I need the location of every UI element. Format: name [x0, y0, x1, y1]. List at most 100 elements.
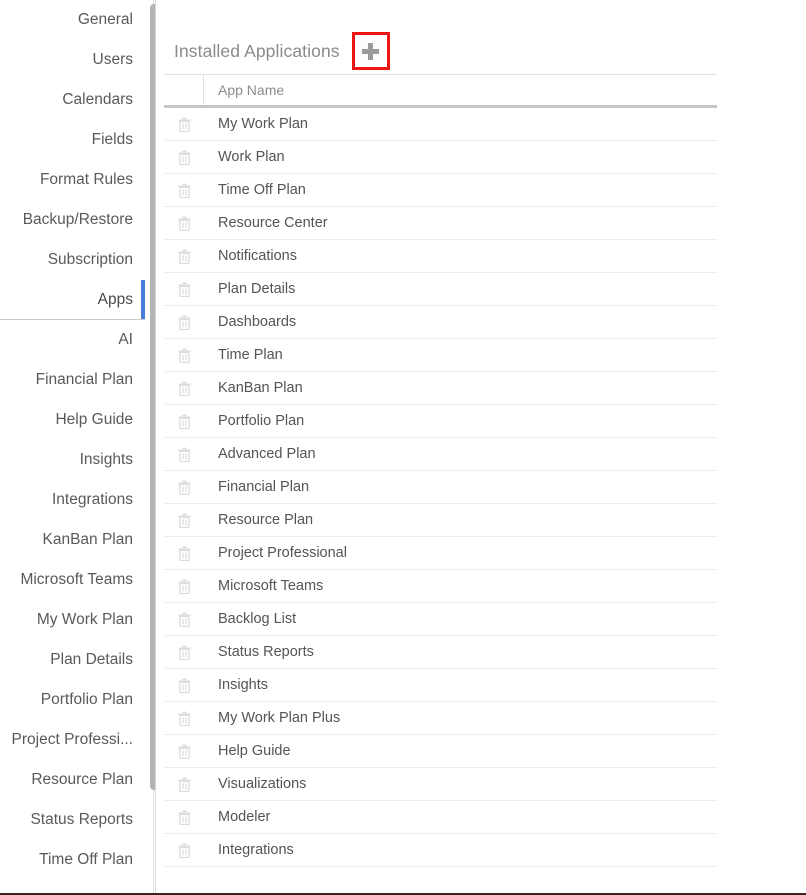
sidebar-nav-list: General Users Calendars Fields Format Rules B… [0, 0, 145, 880]
delete-app-button[interactable] [164, 843, 204, 858]
delete-app-button[interactable] [164, 447, 204, 462]
table-row[interactable]: Plan Details [164, 273, 717, 306]
table-row[interactable]: Insights [164, 669, 717, 702]
delete-app-button[interactable] [164, 183, 204, 198]
table-row[interactable]: Resource Plan [164, 504, 717, 537]
trash-icon [178, 480, 191, 495]
delete-app-button[interactable] [164, 216, 204, 231]
sidebar-item-fields[interactable]: Fields [0, 120, 145, 160]
table-row[interactable]: Notifications [164, 240, 717, 273]
table-row[interactable]: Visualizations [164, 768, 717, 801]
trash-icon [178, 117, 191, 132]
app-name-cell: Resource Center [218, 215, 328, 231]
delete-app-button[interactable] [164, 282, 204, 297]
table-row[interactable]: Microsoft Teams [164, 570, 717, 603]
delete-app-button[interactable] [164, 546, 204, 561]
sidebar-item-label: Integrations [52, 491, 133, 508]
sidebar-item-apps[interactable]: Apps [0, 280, 145, 320]
delete-app-button[interactable] [164, 777, 204, 792]
sidebar-item-general[interactable]: General [0, 0, 145, 40]
app-name-cell: Microsoft Teams [218, 578, 324, 594]
delete-app-button[interactable] [164, 381, 204, 396]
app-name-cell: Portfolio Plan [218, 413, 305, 429]
sidebar-item-subscription[interactable]: Subscription [0, 240, 145, 280]
sidebar-item-integrations[interactable]: Integrations [0, 480, 145, 520]
delete-app-button[interactable] [164, 414, 204, 429]
sidebar-item-label: Microsoft Teams [20, 571, 133, 588]
app-name-cell: Plan Details [218, 281, 296, 297]
table-row[interactable]: Time Off Plan [164, 174, 717, 207]
trash-icon [178, 513, 191, 528]
sidebar-item-resource-plan[interactable]: Resource Plan [0, 760, 145, 800]
table-row[interactable]: Dashboards [164, 306, 717, 339]
table-row[interactable]: KanBan Plan [164, 372, 717, 405]
sidebar-item-status-reports[interactable]: Status Reports [0, 800, 145, 840]
sidebar-item-label: AI [118, 331, 133, 348]
sidebar-item-plan-details[interactable]: Plan Details [0, 640, 145, 680]
delete-app-button[interactable] [164, 480, 204, 495]
app-name-cell: Notifications [218, 248, 297, 264]
delete-app-button[interactable] [164, 249, 204, 264]
app-name-cell: Project Professional [218, 545, 347, 561]
table-row[interactable]: Resource Center [164, 207, 717, 240]
sidebar-item-label: General [77, 11, 133, 28]
delete-app-button[interactable] [164, 645, 204, 660]
sidebar-item-format-rules[interactable]: Format Rules [0, 160, 145, 200]
delete-app-button[interactable] [164, 744, 204, 759]
table-row[interactable]: My Work Plan Plus [164, 702, 717, 735]
table-row[interactable]: Project Professional [164, 537, 717, 570]
trash-icon [178, 447, 191, 462]
table-row[interactable]: Portfolio Plan [164, 405, 717, 438]
sidebar-item-backup-restore[interactable]: Backup/Restore [0, 200, 145, 240]
table-row[interactable]: Financial Plan [164, 471, 717, 504]
delete-app-button[interactable] [164, 315, 204, 330]
table-row[interactable]: My Work Plan [164, 108, 717, 141]
table-row[interactable]: Modeler [164, 801, 717, 834]
delete-app-button[interactable] [164, 348, 204, 363]
table-row[interactable]: Advanced Plan [164, 438, 717, 471]
delete-app-button[interactable] [164, 150, 204, 165]
app-name-cell: Insights [218, 677, 268, 693]
table-row[interactable]: Time Plan [164, 339, 717, 372]
table-row[interactable]: Status Reports [164, 636, 717, 669]
app-name-cell: Financial Plan [218, 479, 310, 495]
sidebar-item-label: Subscription [47, 251, 133, 268]
delete-app-button[interactable] [164, 117, 204, 132]
delete-app-button[interactable] [164, 678, 204, 693]
table-row[interactable]: Help Guide [164, 735, 717, 768]
app-name-cell: Advanced Plan [218, 446, 316, 462]
trash-icon [178, 348, 191, 363]
sidebar-item-financial-plan[interactable]: Financial Plan [0, 360, 145, 400]
delete-app-button[interactable] [164, 612, 204, 627]
trash-icon [178, 645, 191, 660]
sidebar-item-project-professi[interactable]: Project Professi... [0, 720, 145, 760]
sidebar-item-label: KanBan Plan [42, 531, 134, 548]
trash-icon [178, 744, 191, 759]
sidebar-item-users[interactable]: Users [0, 40, 145, 80]
sidebar-item-microsoft-teams[interactable]: Microsoft Teams [0, 560, 145, 600]
delete-app-button[interactable] [164, 513, 204, 528]
sidebar-item-label: Time Off Plan [39, 851, 133, 868]
sidebar-item-my-work-plan[interactable]: My Work Plan [0, 600, 145, 640]
sidebar-item-label: My Work Plan [36, 611, 133, 628]
table-row[interactable]: Integrations [164, 834, 717, 867]
sidebar-item-portfolio-plan[interactable]: Portfolio Plan [0, 680, 145, 720]
sidebar-item-time-off-plan[interactable]: Time Off Plan [0, 840, 145, 880]
sidebar-item-ai[interactable]: AI [0, 320, 145, 360]
app-name-cell: Backlog List [218, 611, 297, 627]
apps-content-pane: Installed Applications App Name My Work … [156, 0, 806, 893]
sidebar-item-label: Resource Plan [31, 771, 133, 788]
table-row[interactable]: Work Plan [164, 141, 717, 174]
trash-icon [178, 711, 191, 726]
table-row[interactable]: Backlog List [164, 603, 717, 636]
delete-app-button[interactable] [164, 810, 204, 825]
delete-app-button[interactable] [164, 579, 204, 594]
highlight-annotation-box [351, 32, 390, 70]
table-body: My Work Plan Work Plan Time Off Plan Resour… [164, 108, 717, 867]
sidebar-item-insights[interactable]: Insights [0, 440, 145, 480]
sidebar-item-calendars[interactable]: Calendars [0, 80, 145, 120]
delete-app-button[interactable] [164, 711, 204, 726]
sidebar-item-label: Financial Plan [35, 371, 133, 388]
sidebar-item-help-guide[interactable]: Help Guide [0, 400, 145, 440]
sidebar-item-kanban-plan[interactable]: KanBan Plan [0, 520, 145, 560]
